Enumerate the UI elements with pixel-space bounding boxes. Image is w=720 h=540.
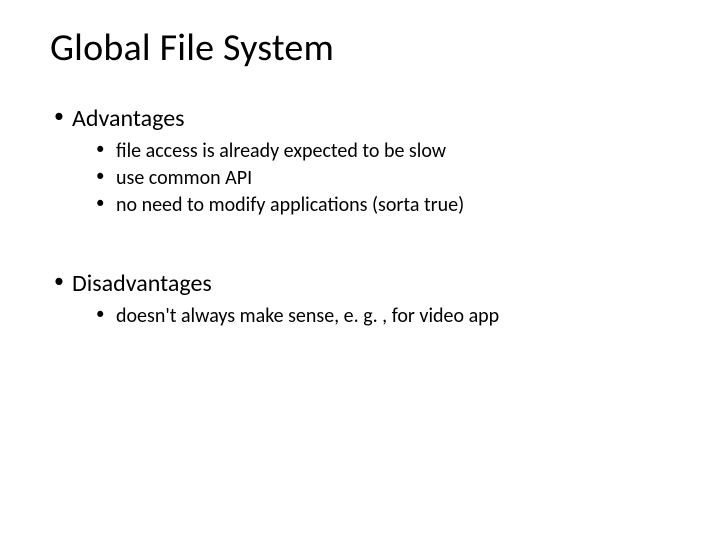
spacer — [50, 225, 670, 269]
section-advantages: Advantages file access is already expect… — [50, 104, 670, 219]
section-disadvantages: Disadvantages doesn't always make sense,… — [50, 269, 670, 330]
bullet-list: Disadvantages doesn't always make sense,… — [50, 269, 670, 330]
list-item: no need to modify applications (sorta tr… — [72, 192, 670, 219]
section-heading: Advantages — [72, 104, 185, 133]
section-heading: Disadvantages — [72, 269, 212, 298]
bullet-list: Advantages file access is already expect… — [50, 104, 670, 219]
list-item: use common API — [72, 165, 670, 192]
slide: Global File System Advantages file acces… — [0, 0, 720, 540]
sub-list: doesn't always make sense, e. g. , for v… — [72, 303, 670, 330]
list-item: file access is already expected to be sl… — [72, 138, 670, 165]
list-item: doesn't always make sense, e. g. , for v… — [72, 303, 670, 330]
sub-list: file access is already expected to be sl… — [72, 138, 670, 219]
slide-title: Global File System — [50, 28, 670, 70]
